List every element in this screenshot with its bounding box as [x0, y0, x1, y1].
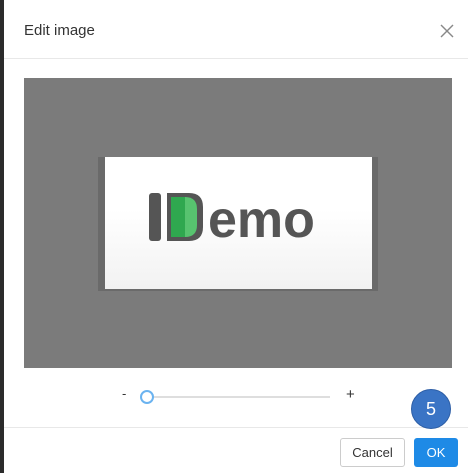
logo-text: emo: [208, 191, 315, 249]
step-number-badge: 5: [411, 389, 451, 429]
zoom-slider-track[interactable]: [146, 396, 330, 398]
demo-logo: emo: [149, 191, 315, 249]
zoom-control: - +: [4, 386, 468, 408]
edit-image-dialog: Edit image emo - + Cancel OK 5: [4, 0, 468, 473]
footer-divider: [4, 427, 468, 428]
zoom-out-label[interactable]: -: [122, 386, 126, 401]
close-icon[interactable]: [440, 24, 454, 38]
cancel-button[interactable]: Cancel: [340, 438, 405, 467]
dialog-title: Edit image: [24, 22, 95, 39]
zoom-slider-thumb[interactable]: [140, 390, 154, 404]
logo-bar: [149, 193, 161, 241]
zoom-in-label[interactable]: +: [346, 386, 355, 403]
logo-green-shape: [171, 197, 185, 237]
ok-button[interactable]: OK: [414, 438, 458, 467]
image-preview: emo: [105, 157, 372, 289]
logo-green-curve: [185, 197, 197, 237]
image-canvas[interactable]: emo: [24, 78, 452, 368]
dialog-header: Edit image: [4, 0, 468, 59]
